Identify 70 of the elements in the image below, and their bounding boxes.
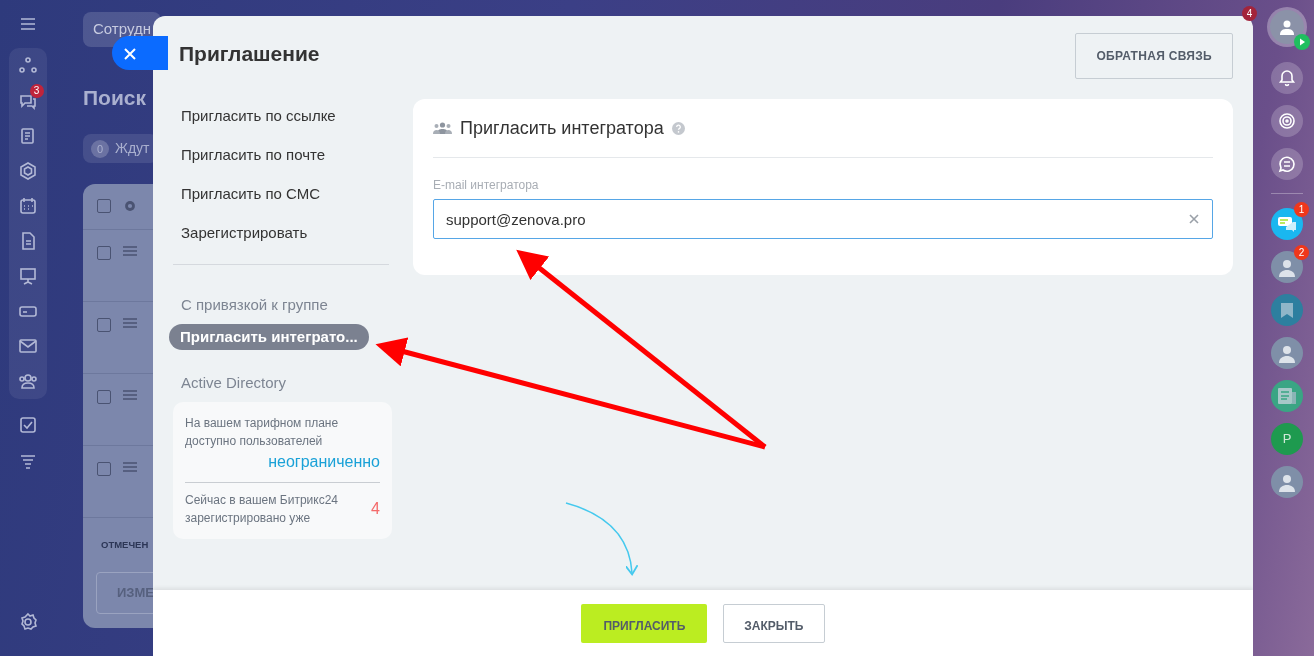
play-icon [1294,34,1310,50]
people-icon [17,371,38,391]
menu-item[interactable]: Пригласить интеграто... [169,324,369,350]
avatar-icon [1277,343,1297,363]
checkbox[interactable] [97,390,111,404]
gear-icon[interactable] [123,199,137,213]
page-heading: Поиск [83,85,147,111]
sidebar-item[interactable] [17,415,38,435]
user-count-value: 4 [371,499,380,519]
checkbox-icon [17,415,38,435]
mail-icon [17,336,38,356]
app-button[interactable] [1271,337,1303,369]
notification-badge: 2 [1294,245,1309,260]
sidebar-item[interactable] [17,161,38,181]
notification-badge: 3 [29,84,44,98]
app-button[interactable] [1271,380,1303,412]
menu-item[interactable]: Active Directory [169,363,299,402]
user-icon [1279,19,1295,35]
drag-handle-icon[interactable] [123,390,137,400]
app-button[interactable] [1271,294,1303,326]
drag-handle-icon[interactable] [123,246,137,256]
profile-button[interactable] [1270,10,1304,44]
checkbox[interactable] [97,246,111,260]
menu-item[interactable]: Пригласить по ссылке [169,96,348,135]
menu-item[interactable]: Пригласить по почте [169,135,338,174]
menu-item[interactable]: Зарегистрировать [169,213,320,252]
chat-icon [1278,216,1296,232]
people-icon [433,122,452,134]
bookmark-icon [1281,302,1293,318]
sidebar-item[interactable] [17,371,38,391]
rail-button[interactable] [1271,148,1303,180]
plan-limit-value: неограниченно [267,452,380,472]
rail-button[interactable] [1271,105,1303,137]
sidebar-item[interactable] [17,266,38,286]
feedback-button[interactable]: ОБРАТНАЯ СВЯЗЬ [1075,33,1233,79]
menu-item[interactable]: С привязкой к группе [169,285,340,324]
rail-button[interactable] [1271,62,1303,94]
newspaper-icon [1278,388,1296,404]
chip-label: Ждут [115,139,150,158]
user-count-text: Сейчас в вашем Битрикс24 зарегистрировано уже [185,492,339,527]
drag-handle-icon[interactable] [123,318,137,328]
bell-icon [1277,68,1297,88]
calendar-icon [17,196,38,216]
close-button[interactable] [112,36,168,70]
checkbox[interactable] [97,462,111,476]
sidebar-item[interactable] [17,196,38,216]
close-icon [124,47,136,60]
presentation-icon [17,266,38,286]
checkbox[interactable] [97,199,111,213]
clear-icon[interactable] [1189,214,1199,224]
avatar-icon [1277,472,1297,492]
sidebar-item[interactable] [17,56,38,76]
app-button[interactable] [1271,466,1303,498]
notification-badge: 4 [1242,6,1257,21]
email-field[interactable]: support@zenova.pro [433,199,1213,239]
chat-icon [1277,154,1297,174]
drag-handle-icon[interactable] [123,462,137,472]
menu-item[interactable]: Пригласить по СМС [169,174,333,213]
notification-badge: 1 [1294,202,1309,217]
plan-limit-text: На вашем тарифном плане доступно пользователей [185,415,340,450]
close-button[interactable]: ЗАКРЫТЬ [723,603,825,643]
hexagon-icon [17,161,38,181]
share-icon [17,56,38,76]
field-label: E-mail интегратора [433,177,540,194]
invite-button[interactable]: ПРИГЛАСИТЬ [581,603,708,643]
dialog-title: Приглашение [179,41,320,67]
panel-title: Пригласить интегратора [460,116,664,140]
sidebar-item[interactable] [17,336,38,356]
checkbox[interactable] [97,318,111,332]
avatar-icon [1277,257,1297,277]
